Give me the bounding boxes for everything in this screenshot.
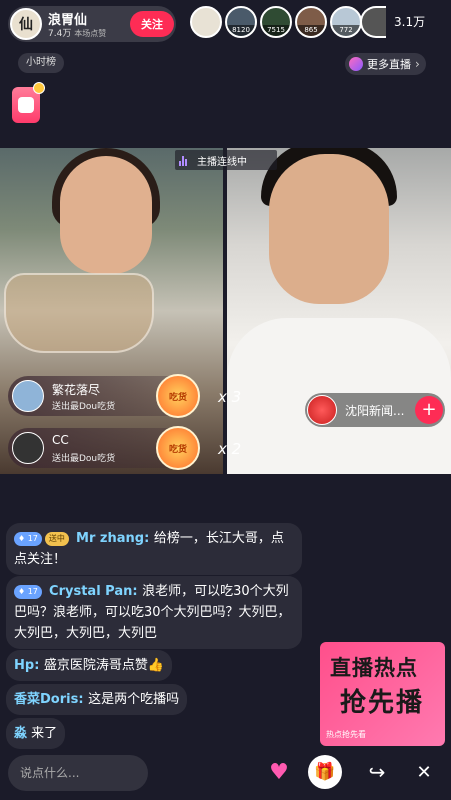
host-likes: 7.4万 本场点赞 [48,29,107,39]
comment-item[interactable]: Hp: 盛京医院涛哥点赞👍 [6,650,173,681]
promo-footer: 热点抢先看 [326,730,366,739]
gift-notification: 繁花落尽 送出最Dou吃货 吃货 [8,374,200,418]
gift-description: 送出最Dou吃货 [52,454,116,464]
gift-sender-name: 繁花落尽 [52,383,101,397]
close-icon[interactable]: ✕ [407,755,441,789]
follow-button[interactable]: 关注 [130,11,174,37]
viewer-avatar[interactable]: 865 [295,6,327,38]
guest-anchor-tag[interactable]: 沈阳新闻... + [305,393,445,427]
live-icon [349,57,363,71]
gift-description: 送出最Dou吃货 [52,402,116,412]
comment-item[interactable]: ♦ 17 Crystal Pan: 浪老师，可以吃30个大列巴吗？浪老师，可以吃… [6,576,302,649]
comment-input[interactable]: 说点什么... [8,755,148,791]
comment-user[interactable]: Crystal Pan [49,584,132,599]
host-avatar[interactable]: 仙 [10,8,42,40]
promo-title: 直播热点 [330,656,418,680]
viewer-avatar[interactable]: 7515 [260,6,292,38]
fan-badge: 送中 [44,531,69,546]
viewer-avatar[interactable] [190,6,222,38]
audio-bars-icon [179,154,191,166]
viewer-avatar[interactable]: 8120 [225,6,257,38]
more-live-button[interactable]: 更多直播 › [345,53,426,75]
comment-text: 盛京医院涛哥点赞👍 [43,658,165,673]
link-status-banner: 主播连线中 [175,150,277,170]
hourly-rank-tag[interactable]: 小时榜 [18,53,64,73]
level-badge: ♦ 17 [14,531,42,546]
comment-text: 这是两个吃播吗 [88,692,180,707]
comment-user[interactable]: Hp [14,658,34,673]
viewer-avatar[interactable]: 772 [330,6,362,38]
gift-icon: 吃货 [156,426,200,470]
live-room: 仙 浪胃仙 7.4万 本场点赞 关注 8120 7515 865 772 3.1… [0,0,451,800]
gift-icon: 吃货 [156,374,200,418]
gift-sender-name: CC [52,433,69,447]
viewer-count[interactable]: 3.1万 [394,13,425,30]
follow-guest-button[interactable]: + [415,396,443,424]
comment-user[interactable]: 香菜Doris [14,692,78,707]
like-icon[interactable]: ♥ [262,755,296,789]
more-live-label: 更多直播 [367,58,411,71]
promo-subtitle: 抢先播 [340,688,425,718]
link-status-label: 主播连线中 [197,156,247,168]
comment-text: 来了 [31,726,58,741]
comment-user[interactable]: Mr zhang [76,531,144,546]
guest-name: 沈阳新闻... [345,404,405,418]
share-icon[interactable]: ↪ [360,755,394,789]
comment-user[interactable]: 淼 [14,726,27,741]
avatar [12,380,44,412]
gift-button[interactable]: 🎁 [308,755,342,789]
gift-multiplier: x 3 [218,388,242,406]
gift-notification: CC 送出最Dou吃货 吃货 [8,426,200,470]
comment-item[interactable]: 香菜Doris: 这是两个吃播吗 [6,684,188,715]
gift-bag-icon[interactable] [12,82,45,123]
viewer-avatar[interactable] [360,6,386,38]
host-video [0,148,223,474]
level-badge: ♦ 17 [14,584,42,599]
food-bowl [4,273,154,353]
hot-topic-promo[interactable]: 直播热点 抢先播 热点抢先看 [320,642,445,746]
chevron-right-icon: › [415,57,420,71]
comment-item[interactable]: ♦ 17 送中 Mr zhang: 给榜一，长江大哥，点点关注！ [6,523,302,575]
avatar [307,395,337,425]
avatar [12,432,44,464]
comment-item[interactable]: 淼 来了 [6,718,66,749]
gift-multiplier: x 2 [218,440,242,458]
